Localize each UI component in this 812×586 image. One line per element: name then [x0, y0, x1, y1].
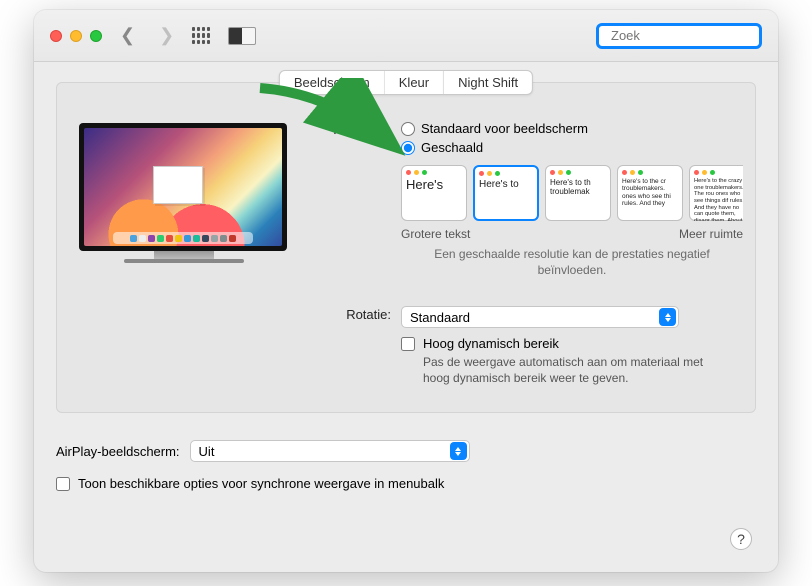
- search-input[interactable]: [611, 28, 778, 43]
- zoom-window-button[interactable]: [90, 30, 102, 42]
- close-window-button[interactable]: [50, 30, 62, 42]
- tab-bar: Beeldscherm Kleur Night Shift: [279, 70, 533, 95]
- sync-menubar-label: Toon beschikbare opties voor synchrone w…: [78, 476, 444, 491]
- scale-option-2[interactable]: Here's to: [473, 165, 539, 221]
- resolution-default-radio[interactable]: Standaard voor beeldscherm: [401, 121, 743, 136]
- scale-option-4[interactable]: Here's to the cr troublemakers. ones who…: [617, 165, 683, 221]
- more-space-label: Meer ruimte: [679, 227, 743, 241]
- select-chevrons-icon: [450, 442, 467, 460]
- larger-text-label: Grotere tekst: [401, 227, 470, 241]
- forward-button[interactable]: ❯: [159, 25, 174, 46]
- scaled-warning: Een geschaalde resolutie kan de prestati…: [401, 247, 743, 278]
- show-all-button[interactable]: [192, 27, 210, 45]
- traffic-lights: [50, 30, 102, 42]
- hdr-label: Hoog dynamisch bereik: [423, 336, 559, 351]
- airplay-value: Uit: [199, 444, 215, 459]
- resolution-scaled-radio[interactable]: Geschaald: [401, 140, 743, 155]
- back-button[interactable]: ❮: [120, 25, 135, 46]
- rotation-label: Rotatie:: [315, 306, 401, 322]
- search-field[interactable]: [596, 23, 762, 49]
- minimize-window-button[interactable]: [70, 30, 82, 42]
- displays-prefpane-window: ❮ ❯ Beeldscherm Kleur Night Shift: [34, 10, 778, 572]
- tab-color[interactable]: Kleur: [385, 71, 444, 94]
- select-chevrons-icon: [659, 308, 676, 326]
- dock-preview: [113, 232, 253, 244]
- scale-option-1[interactable]: Here's: [401, 165, 467, 221]
- scale-option-3[interactable]: Here's to th troublemak: [545, 165, 611, 221]
- scaling-thumbnails: Here's Here's to Here's to th troublemak: [401, 165, 743, 221]
- display-icon: [228, 27, 256, 45]
- scale-option-5[interactable]: Here's to the crazy one troublemakers. T…: [689, 165, 743, 221]
- sync-menubar-checkbox[interactable]: Toon beschikbare opties voor synchrone w…: [56, 476, 756, 491]
- airplay-label: AirPlay-beeldscherm:: [56, 444, 180, 459]
- content-pane: Beeldscherm Kleur Night Shift: [56, 82, 756, 413]
- rotation-value: Standaard: [410, 310, 470, 325]
- settings-column: Resolutie: Standaard voor beeldscherm Ge…: [315, 111, 743, 396]
- lower-section: AirPlay-beeldscherm: Uit Toon beschikbar…: [56, 440, 756, 491]
- resolution-label: Resolutie:: [315, 121, 401, 137]
- hdr-checkbox[interactable]: Hoog dynamisch bereik: [401, 336, 681, 351]
- tab-display[interactable]: Beeldscherm: [280, 71, 385, 94]
- resolution-default-label: Standaard voor beeldscherm: [421, 121, 588, 136]
- rotation-select[interactable]: Standaard: [401, 306, 679, 328]
- toolbar: ❮ ❯: [34, 10, 778, 62]
- help-button[interactable]: ?: [730, 528, 752, 550]
- nav-arrows: ❮ ❯: [120, 25, 174, 46]
- resolution-scaled-label: Geschaald: [421, 140, 483, 155]
- airplay-select[interactable]: Uit: [190, 440, 470, 462]
- tab-nightshift[interactable]: Night Shift: [444, 71, 532, 94]
- display-preview: [79, 123, 289, 396]
- hdr-note: Pas de weergave automatisch aan om mater…: [423, 355, 713, 386]
